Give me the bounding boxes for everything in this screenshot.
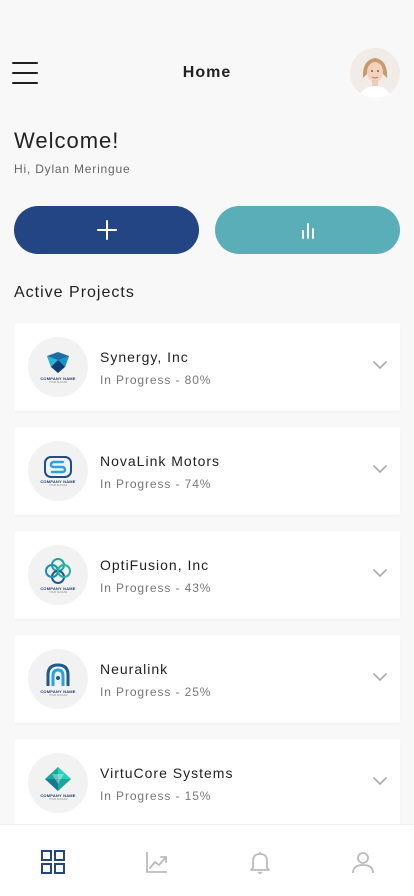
project-status: In Progress - 74% [100,477,212,491]
s-letter-logo-icon [44,455,72,478]
dashboard-grid-icon[interactable] [40,849,66,875]
project-status: In Progress - 15% [100,789,212,803]
company-logo: COMPANY NAME YOUR SLOGAN [28,753,88,813]
project-status: In Progress - 80% [100,373,212,387]
chevron-down-icon[interactable] [372,776,388,786]
arch-logo-icon [46,662,70,686]
project-name: VirtuCore Systems [100,765,234,781]
project-name: Neuralink [100,661,169,677]
add-project-button[interactable] [14,206,199,254]
chevron-down-icon[interactable] [372,568,388,578]
logo-slogan-text: YOUR SLOGAN [48,483,68,487]
project-card[interactable]: COMPANY NAME YOUR SLOGAN NovaLink Motors… [14,427,400,515]
project-name: OptiFusion, Inc [100,557,210,573]
company-logo: COMPANY NAME YOUR SLOGAN [28,441,88,501]
project-status: In Progress - 43% [100,581,212,595]
welcome-heading: Welcome! [14,128,120,153]
statistics-button[interactable] [215,206,400,254]
project-list: COMPANY NAME YOUR SLOGAN Synergy, Inc In… [14,323,400,843]
project-name: NovaLink Motors [100,453,221,469]
bar-chart-icon [301,223,314,239]
app-header: Home [0,44,414,102]
project-name: Synergy, Inc [100,349,189,365]
logo-slogan-text: YOUR SLOGAN [48,797,68,801]
active-projects-heading: Active Projects [14,284,135,301]
plus-icon [96,220,117,240]
logo-slogan-text: YOUR SLOGAN [48,380,68,384]
bell-icon[interactable] [247,849,273,875]
chevron-down-icon[interactable] [372,672,388,682]
company-logo: COMPANY NAME YOUR SLOGAN [28,337,88,397]
project-card[interactable]: COMPANY NAME YOUR SLOGAN OptiFusion, Inc… [14,531,400,619]
diamond-logo-icon [45,766,71,791]
project-status: In Progress - 25% [100,685,212,699]
greeting-text: Hi, Dylan Meringue [14,162,131,176]
chevron-down-icon[interactable] [372,464,388,474]
company-logo: COMPANY NAME YOUR SLOGAN [28,545,88,605]
gem-logo-icon [47,351,69,373]
logo-slogan-text: YOUR SLOGAN [48,693,68,697]
project-card[interactable]: COMPANY NAME YOUR SLOGAN Synergy, Inc In… [14,323,400,411]
chevron-down-icon[interactable] [372,360,388,370]
user-icon[interactable] [350,849,376,875]
trending-chart-icon[interactable] [144,849,170,875]
company-logo: COMPANY NAME YOUR SLOGAN [28,649,88,709]
knot-logo-icon [45,557,71,584]
bottom-tab-bar [0,824,414,896]
user-avatar[interactable] [350,48,400,98]
project-card[interactable]: COMPANY NAME YOUR SLOGAN VirtuCore Syste… [14,739,400,827]
project-card[interactable]: COMPANY NAME YOUR SLOGAN Neuralink In Pr… [14,635,400,723]
logo-slogan-text: YOUR SLOGAN [48,590,68,594]
